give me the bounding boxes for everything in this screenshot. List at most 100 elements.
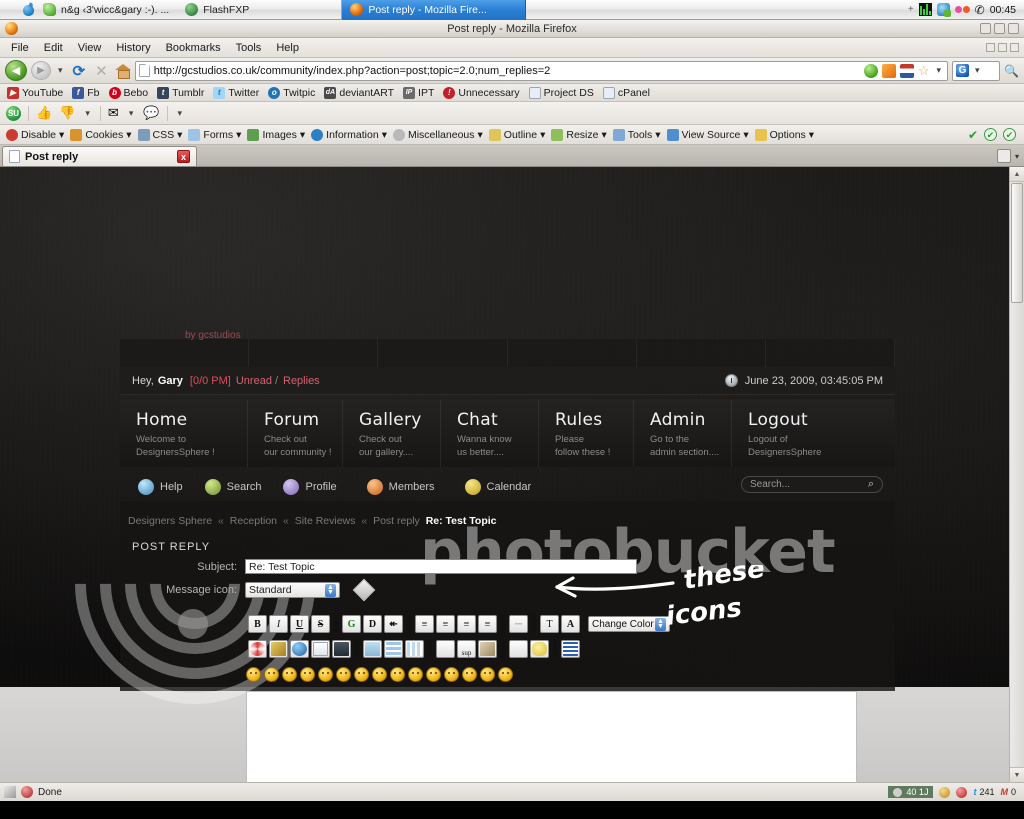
subnav-item-profile[interactable]: Profile — [275, 479, 344, 495]
bookmark-project-ds[interactable]: Project DS — [526, 86, 597, 100]
taskbar-item-firefox[interactable]: Post reply - Mozilla Fire... — [341, 0, 527, 20]
smiley-icon[interactable] — [390, 667, 405, 682]
smiley-icon[interactable] — [372, 667, 387, 682]
insert-code-icon[interactable] — [509, 640, 528, 658]
insert-quote-icon[interactable] — [530, 640, 549, 658]
menu-view[interactable]: View — [71, 40, 109, 56]
unread-link[interactable]: Unread — [236, 375, 272, 387]
bookmark-cpanel[interactable]: cPanel — [600, 86, 653, 100]
subnav-item-search[interactable]: Search — [197, 479, 270, 495]
menu-file[interactable]: File — [4, 40, 36, 56]
close-button[interactable] — [1008, 23, 1019, 34]
justify-icon[interactable]: ≡ — [478, 615, 497, 633]
smiley-icon[interactable] — [408, 667, 423, 682]
menu-bookmarks[interactable]: Bookmarks — [159, 40, 228, 56]
thumbs-up-icon[interactable]: 👍 — [36, 105, 52, 121]
smiley-icon[interactable] — [498, 667, 513, 682]
italic-icon[interactable]: I — [269, 615, 288, 633]
insert-list-icon[interactable] — [561, 640, 580, 658]
bookmark-youtube[interactable]: ▶ YouTube — [4, 86, 66, 100]
bookmark-twitter[interactable]: t Twitter — [210, 86, 262, 100]
scroll-up-button[interactable]: ▲ — [1010, 167, 1024, 182]
validation-circle-1-icon[interactable]: ✔ — [984, 128, 997, 141]
menu-help[interactable]: Help — [269, 40, 306, 56]
breadcrumb-item-2[interactable]: Site Reviews — [295, 515, 356, 527]
forum-search-input[interactable]: Search... ⌕ — [741, 476, 883, 493]
validation-check-icon[interactable]: ✔ — [968, 128, 978, 142]
scroll-down-button[interactable]: ▼ — [1010, 767, 1024, 782]
webdev-options[interactable]: Options ▾ — [753, 128, 816, 142]
webdev-forms[interactable]: Forms ▾ — [186, 128, 243, 142]
phone-icon[interactable]: ✆ — [975, 4, 985, 16]
equalizer-icon[interactable] — [918, 3, 932, 16]
window-controls[interactable] — [980, 23, 1024, 34]
forward-button[interactable]: ▶ — [31, 61, 51, 80]
webdev-resize[interactable]: Resize ▾ — [549, 128, 608, 142]
smiley-icon[interactable] — [462, 667, 477, 682]
smiley-icon[interactable] — [426, 667, 441, 682]
align-left-icon[interactable]: ≡ — [415, 615, 434, 633]
ghostery-indicator[interactable]: 40 1J — [888, 786, 934, 798]
gmail-status[interactable]: M 0 — [1000, 787, 1016, 797]
recaptcha-icon[interactable] — [863, 63, 878, 78]
chevron-down-icon[interactable]: ▾ — [934, 65, 945, 76]
search-bar[interactable]: G ▾ — [952, 60, 1001, 81]
webdev-outline[interactable]: Outline ▾ — [487, 128, 548, 142]
webdev-cookies[interactable]: Cookies ▾ — [68, 128, 133, 142]
new-tab-button[interactable] — [996, 149, 1011, 163]
insert-table-icon[interactable] — [363, 640, 382, 658]
url-bar[interactable]: http://gcstudios.co.uk/community/index.p… — [134, 60, 949, 81]
nav-item-home[interactable]: Home Welcome to DesignersSphere ! — [120, 400, 248, 467]
change-color-select[interactable]: Change Color ▲ ▼ — [588, 616, 670, 632]
menu-tools[interactable]: Tools — [229, 40, 269, 56]
subscript-icon[interactable]: sup — [457, 640, 476, 658]
smiley-icon[interactable] — [300, 667, 315, 682]
validation-circle-2-icon[interactable]: ✔ — [1003, 128, 1016, 141]
nav-item-logout[interactable]: Logout Logout of DesignersSphere — [732, 400, 895, 467]
table-column-icon[interactable] — [405, 640, 424, 658]
webdev-tools[interactable]: Tools ▾ — [611, 128, 663, 142]
superscript-icon[interactable] — [436, 640, 455, 658]
bold-icon[interactable]: B — [248, 615, 267, 633]
font-size-icon[interactable]: A — [561, 615, 580, 633]
msn-icon[interactable] — [954, 6, 970, 13]
marquee-icon[interactable]: ↞ — [384, 615, 403, 633]
twitter-status[interactable]: t 241 — [973, 787, 994, 797]
bookmark-star-icon[interactable]: ☆ — [918, 64, 930, 77]
comment-icon[interactable]: 💬 — [143, 105, 159, 121]
magnifier-icon[interactable]: ⌕ — [868, 478, 874, 491]
apple-icon[interactable] — [22, 3, 35, 17]
bookmark-ipt[interactable]: IP IPT — [400, 86, 437, 100]
subnav-item-members[interactable]: Members — [359, 479, 443, 495]
teletype-icon[interactable] — [478, 640, 497, 658]
bookmark-deviantart[interactable]: dA deviantART — [321, 86, 397, 100]
nav-item-gallery[interactable]: Gallery Check out our gallery.... — [343, 400, 441, 467]
minimize-button[interactable] — [980, 23, 991, 34]
bookmark-bebo[interactable]: b Bebo — [106, 86, 152, 100]
smiley-icon[interactable] — [264, 667, 279, 682]
scrollbar-track[interactable] — [1010, 304, 1024, 767]
strikethrough-icon[interactable]: S — [311, 615, 330, 633]
back-button[interactable]: ◀ — [5, 60, 27, 81]
flag-icon[interactable] — [899, 63, 914, 78]
stumbleupon-icon[interactable]: SU — [6, 105, 21, 121]
nav-item-rules[interactable]: Rules Please follow these ! — [539, 400, 634, 467]
shadow-icon[interactable]: D — [363, 615, 382, 633]
maximize-button[interactable] — [994, 23, 1005, 34]
chevron-down-icon[interactable]: ▾ — [55, 65, 66, 76]
nav-item-chat[interactable]: Chat Wanna know us better.... — [441, 400, 539, 467]
bookmark-twitpic[interactable]: o Twitpic — [265, 86, 318, 100]
subnav-item-calendar[interactable]: Calendar — [457, 479, 540, 495]
menu-history[interactable]: History — [109, 40, 157, 56]
horizontal-rule-icon[interactable]: ─ — [509, 615, 528, 633]
chevron-down-icon[interactable]: ▾ — [972, 65, 983, 76]
glow-icon[interactable]: G — [342, 615, 361, 633]
search-icon[interactable]: 🔍 — [1004, 64, 1019, 78]
tab-list-icon[interactable]: ▾ — [1015, 152, 1019, 161]
chevron-down-icon[interactable]: ▾ — [82, 108, 93, 119]
reload-button[interactable]: ⟳ — [70, 62, 89, 80]
subnav-item-help[interactable]: Help — [130, 479, 191, 495]
menubar-window-controls[interactable] — [986, 43, 1024, 52]
home-button[interactable] — [114, 63, 131, 79]
smiley-icon[interactable] — [282, 667, 297, 682]
